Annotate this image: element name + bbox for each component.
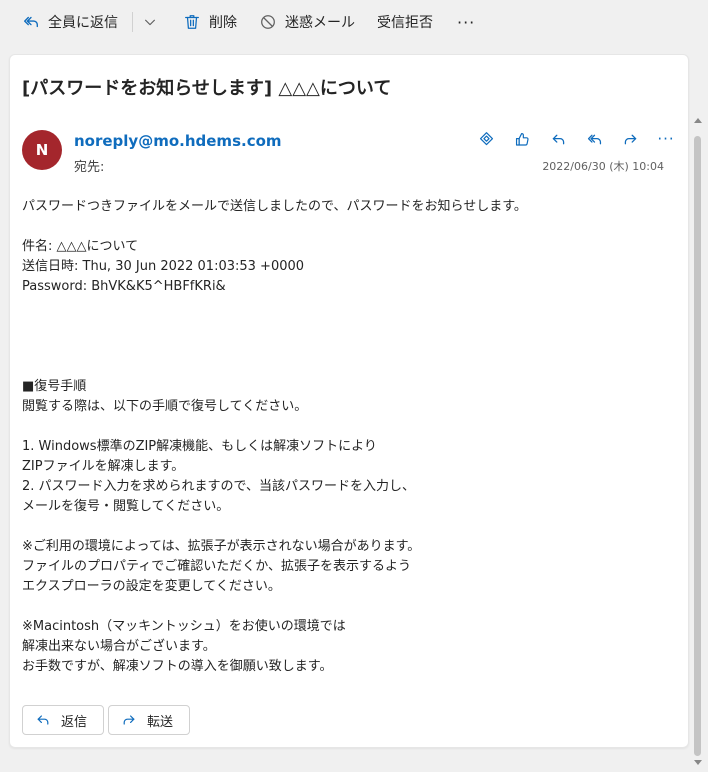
body-line: 閲覧する際は、以下の手順で復号してください。 [22,399,308,414]
reply-all-icon [587,134,601,144]
body-line: ZIPファイルを解凍します。 [22,459,185,474]
avatar-initial: N [35,141,49,159]
reply-icon [37,715,49,725]
body-line: パスワードつきファイルをメールで送信しましたので、パスワードをお知らせします。 [22,199,527,214]
body-line: 1. Windows標準のZIP解凍機能、もしくは解凍ソフトにより [22,439,377,454]
body-line: 送信日時: Thu, 30 Jun 2022 01:03:53 +0000 [22,259,305,274]
sender-address[interactable]: noreply@mo.hdems.com [74,132,282,150]
message-body: パスワードつきファイルをメールで送信しましたので、パスワードをお知らせします。 … [22,197,662,677]
block-label: 受信拒否 [377,15,433,31]
forward-button-inline[interactable] [612,127,648,151]
body-line: ■復号手順 [22,379,87,394]
quick-reply-buttons: 返信 転送 [22,705,194,735]
reply-options-dropdown[interactable] [139,7,161,37]
scroll-down-arrow[interactable] [694,760,702,765]
chevron-down-icon [145,19,155,26]
more-actions-button[interactable]: ··· [453,7,479,37]
body-line: ※Macintosh（マッキントッシュ）をお使いの環境では [22,619,346,634]
reply-label: 返信 [61,714,88,730]
scrollbar-thumb[interactable] [694,136,701,756]
sender-avatar[interactable]: N [22,130,62,170]
copilot-icon [479,131,493,145]
reply-button[interactable]: 返信 [22,705,104,735]
forward-label: 転送 [147,714,174,730]
body-line: ファイルのプロパティでご確認いただくか、拡張子を表示するよう [22,559,411,574]
reply-button-inline[interactable] [540,127,576,151]
reply-all-button-inline[interactable] [576,127,612,151]
message-date: 2022/06/30 (木) 10:04 [542,160,664,173]
body-line: 件名: △△△について [22,239,139,254]
recipient-label: 宛先: [74,160,105,175]
forward-icon [123,715,135,725]
junk-button[interactable]: 迷惑メール [255,7,359,37]
body-line: エクスプローラの設定を変更してください。 [22,579,281,594]
delete-label: 削除 [209,15,237,31]
toolbar-divider [132,12,133,32]
body-line: Password: BhVK&K5^HBFfKRi& [22,279,226,294]
more-icon: ··· [457,12,476,32]
reply-all-label: 全員に返信 [48,15,118,31]
more-icon: ··· [657,130,675,148]
reply-all-icon [24,16,38,28]
delete-button[interactable]: 削除 [179,7,241,37]
reply-icon [552,134,564,144]
forward-icon [624,134,636,144]
body-line: 2. パスワード入力を求められますので、当該パスワードを入力し、 [22,479,416,494]
block-sender-button[interactable]: 受信拒否 [373,7,437,37]
command-toolbar: 全員に返信 削除 迷惑メール 受信拒否 ··· [0,0,708,44]
summarize-button[interactable] [468,127,504,151]
body-line: メールを復号・閲覧してください。 [22,499,230,514]
like-button[interactable] [504,127,540,151]
body-line: 解凍出来ない場合がございます。 [22,639,216,654]
reading-pane: [パスワードをお知らせします] △△△について N noreply@mo.hde… [9,54,689,748]
body-line: ※ご利用の環境によっては、拡張子が表示されない場合があります。 [22,539,421,554]
body-line: お手数ですが、解凍ソフトの導入を御願い致します。 [22,659,333,674]
junk-label: 迷惑メール [285,15,355,31]
message-actions: ··· [468,127,684,151]
scroll-up-arrow[interactable] [694,118,702,123]
thumbs-up-icon [515,132,529,146]
trash-icon [185,15,199,29]
block-circle-icon [261,15,275,29]
message-more-button[interactable]: ··· [648,127,684,151]
reply-all-button[interactable]: 全員に返信 [18,7,122,37]
message-subject: [パスワードをお知らせします] △△△について [22,78,392,99]
forward-button[interactable]: 転送 [108,705,190,735]
